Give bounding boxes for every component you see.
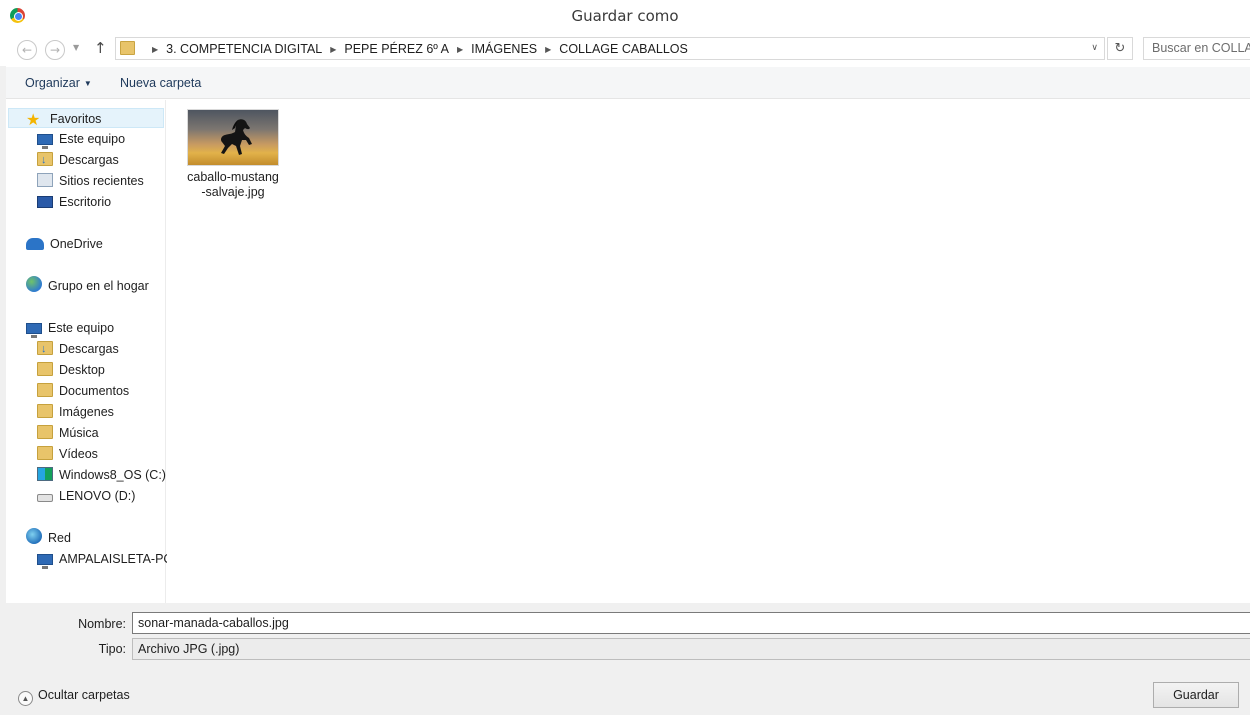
refresh-button[interactable]: ↻ — [1107, 37, 1133, 60]
new-folder-button[interactable]: Nueva carpeta — [120, 76, 201, 90]
sidebar-item-music[interactable]: Música — [37, 423, 99, 443]
breadcrumb-separator-icon[interactable]: ▶ — [330, 45, 336, 54]
breadcrumb-item[interactable]: COLLAGE CABALLOS — [559, 42, 688, 56]
save-button[interactable]: Guardar — [1153, 682, 1239, 708]
forward-button[interactable]: → — [45, 40, 65, 60]
pictures-folder-icon — [37, 404, 53, 418]
command-toolbar: Organizar ▼ Nueva carpeta — [6, 67, 1250, 99]
navigation-pane: ★Favoritos Este equipo Descargas Sitios … — [6, 100, 172, 603]
sidebar-item-this-pc-root[interactable]: Este equipo — [26, 318, 114, 338]
file-list: caballo-mustang -salvaje.jpg — [167, 100, 1250, 603]
chevron-down-icon: ▼ — [83, 79, 92, 88]
address-bar[interactable]: ▶ 3. COMPETENCIA DIGITAL ▶ PEPE PÉREZ 6º… — [115, 37, 1105, 60]
hard-drive-icon — [37, 494, 53, 502]
hide-folders-toggle[interactable]: ▲ Ocultar carpetas — [18, 688, 130, 706]
filetype-select[interactable]: Archivo JPG (.jpg) — [132, 638, 1250, 660]
computer-icon — [37, 134, 53, 149]
horse-image — [221, 119, 252, 155]
chevron-down-icon[interactable]: ∨ — [1091, 43, 1098, 53]
image-thumbnail[interactable] — [187, 109, 279, 166]
sidebar-item-this-pc[interactable]: Este equipo — [37, 129, 125, 149]
file-name: caballo-mustang -salvaje.jpg — [187, 170, 279, 199]
network-icon — [26, 528, 42, 544]
sidebar-item-pictures[interactable]: Imágenes — [37, 402, 114, 422]
chevron-up-icon: ▲ — [18, 691, 33, 706]
sidebar-item-pc-downloads[interactable]: Descargas — [37, 339, 119, 359]
window-title: Guardar como — [571, 7, 679, 25]
recent-places-icon — [37, 173, 53, 187]
sidebar-item-favorites[interactable]: ★ Favoritos — [8, 108, 164, 129]
breadcrumb: ▶ 3. COMPETENCIA DIGITAL ▶ PEPE PÉREZ 6º… — [144, 42, 688, 56]
back-button[interactable]: ← — [17, 40, 37, 60]
recent-locations-chevron-icon[interactable]: ▼ — [73, 43, 79, 52]
sidebar-item-network[interactable]: Red — [26, 528, 71, 548]
sidebar-item-onedrive[interactable]: OneDrive — [26, 234, 103, 254]
computer-icon — [26, 323, 42, 338]
organize-button[interactable]: Organizar ▼ — [25, 76, 92, 90]
star-icon: ★ — [26, 112, 41, 129]
cloud-icon — [26, 238, 44, 250]
breadcrumb-separator-icon[interactable]: ▶ — [545, 45, 551, 54]
computer-icon — [37, 554, 53, 569]
desktop-icon — [37, 196, 53, 208]
sidebar-item-desktop[interactable]: Escritorio — [37, 192, 111, 212]
sidebar-item-documents[interactable]: Documentos — [37, 381, 129, 401]
sidebar-item-recent-places[interactable]: Sitios recientes — [37, 171, 144, 191]
sidebar-item-downloads[interactable]: Descargas — [37, 150, 119, 170]
search-input[interactable]: Buscar en COLLAGE CABALLOS — [1143, 37, 1250, 60]
downloads-folder-icon — [37, 339, 53, 359]
up-arrow-icon[interactable]: ↑ — [94, 39, 107, 57]
folder-icon — [120, 41, 135, 55]
breadcrumb-separator-icon[interactable]: ▶ — [152, 45, 158, 54]
windows-drive-icon — [37, 467, 53, 481]
sidebar-item-network-pc[interactable]: AMPALAISLETA-PC — [37, 549, 172, 569]
sidebar-item-pc-desktop[interactable]: Desktop — [37, 360, 105, 380]
sidebar-item-videos[interactable]: Vídeos — [37, 444, 98, 464]
sidebar-item-drive-c[interactable]: Windows8_OS (C:) — [37, 465, 166, 485]
videos-folder-icon — [37, 446, 53, 460]
title-bar: Guardar como — [0, 0, 1250, 32]
filetype-label: Tipo: — [98, 642, 126, 656]
downloads-folder-icon — [37, 150, 53, 170]
sidebar-item-homegroup[interactable]: Grupo en el hogar — [26, 276, 149, 296]
sidebar-item-drive-d[interactable]: LENOVO (D:) — [37, 486, 135, 506]
breadcrumb-item[interactable]: PEPE PÉREZ 6º A — [344, 42, 449, 56]
homegroup-icon — [26, 276, 42, 292]
documents-folder-icon — [37, 383, 53, 397]
filename-label: Nombre: — [78, 617, 126, 631]
breadcrumb-item[interactable]: 3. COMPETENCIA DIGITAL — [166, 42, 322, 56]
breadcrumb-item[interactable]: IMÁGENES — [471, 42, 537, 56]
music-folder-icon — [37, 425, 53, 439]
breadcrumb-separator-icon[interactable]: ▶ — [457, 45, 463, 54]
navigation-bar: ← → ▼ ↑ ▶ 3. COMPETENCIA DIGITAL ▶ PEPE … — [0, 32, 1250, 66]
folder-icon — [37, 362, 53, 376]
filename-input[interactable]: sonar-manada-caballos.jpg — [132, 612, 1250, 634]
save-form-panel: Nombre: sonar-manada-caballos.jpg Tipo: … — [6, 603, 1250, 715]
